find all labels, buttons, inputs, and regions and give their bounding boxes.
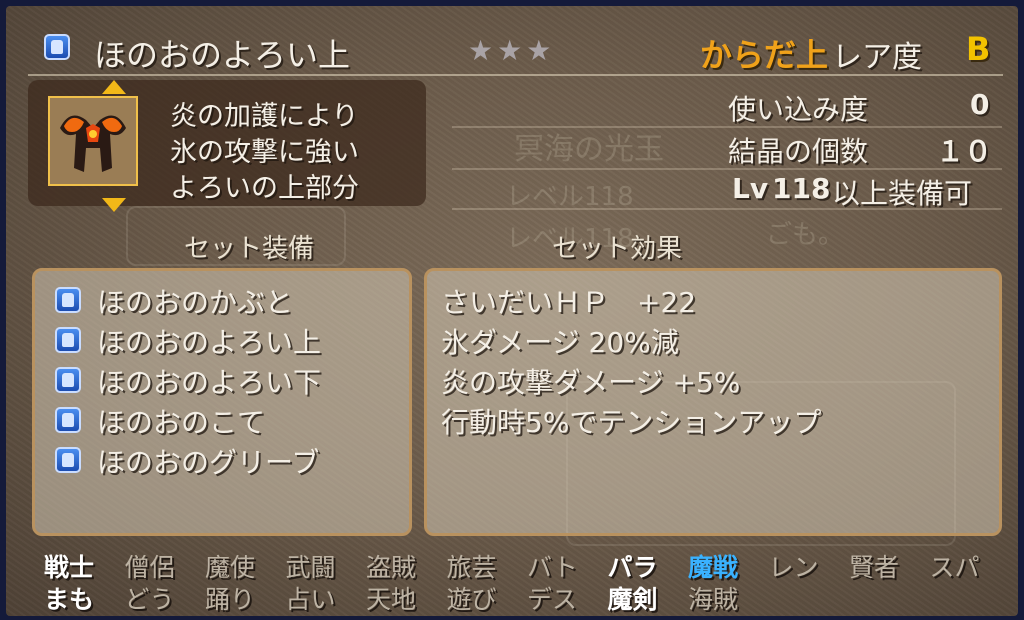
flame-armor-icon: [60, 115, 126, 172]
stats-divider: [452, 208, 1002, 210]
item-name: ほのおのよろい上: [94, 36, 351, 74]
boots-icon: [55, 447, 81, 473]
ghost-text: ごも。: [766, 220, 845, 250]
set-effect-line: 炎の攻撃ダメージ +5%: [441, 366, 741, 399]
armor-top-icon: [55, 327, 81, 353]
stats-divider: [452, 168, 1002, 170]
crystal-value: １０: [936, 135, 993, 168]
rarity-label: レア度: [832, 40, 922, 75]
item-image: [48, 96, 138, 186]
set-item-name[interactable]: ほのおのよろい上: [97, 321, 321, 361]
level-suffix: 以上装備可: [832, 177, 973, 210]
crystal-label: 結晶の個数: [728, 135, 869, 168]
scroll-down-icon[interactable]: [102, 198, 126, 212]
set-item-name[interactable]: ほのおのこて: [97, 401, 265, 441]
set-effect-line: 氷ダメージ 20%減: [441, 326, 679, 359]
job-tab[interactable]: 盗賊: [366, 548, 416, 584]
body-part-label: からだ上: [700, 36, 829, 74]
job-tab[interactable]: 旅芸: [447, 548, 497, 584]
job-tab[interactable]: デス: [527, 580, 577, 616]
job-tab[interactable]: 僧侶: [125, 548, 175, 584]
job-bar: 戦士 僧侶 魔使 武闘 盗賊 旅芸 バト パラ 魔戦 レン 賢者 スパ まも どう 踊り 占い 天地 遊び デス魔…: [28, 548, 1008, 614]
helmet-icon: [55, 287, 81, 313]
set-item-name[interactable]: ほのおのグリーブ: [97, 441, 319, 481]
job-tab[interactable]: 魔戦: [688, 548, 738, 584]
set-equipment-panel: ほのおのかぶと ほのおのよろい上 ほのおのよろい下 ほのおのこて ほのおのグリー…: [32, 268, 412, 536]
job-tab[interactable]: 魔使: [205, 548, 255, 584]
gauntlet-icon: [55, 407, 81, 433]
job-tab[interactable]: レン: [769, 548, 819, 584]
job-tab[interactable]: 魔剣: [608, 580, 658, 616]
set-effect-line: さいだいＨＰ +22: [441, 286, 697, 319]
level-prefix: Lv: [732, 172, 769, 205]
level-value: 118: [772, 172, 831, 205]
set-effect-line: 行動時5%でテンションアップ: [441, 406, 822, 439]
job-tab[interactable]: 海賊: [688, 580, 738, 616]
job-tab[interactable]: 遊び: [447, 580, 497, 616]
set-item-name[interactable]: ほのおのよろい下: [97, 361, 321, 401]
description-box: 炎の加護により 氷の攻撃に強い よろいの上部分: [28, 80, 426, 212]
armor-top-icon: [44, 34, 70, 60]
armor-bottom-icon: [55, 367, 81, 393]
job-tab[interactable]: 賢者: [849, 548, 899, 584]
usage-value: 0: [970, 88, 990, 121]
job-tab[interactable]: バト: [527, 548, 578, 584]
set-equipment-header: セット装備: [184, 234, 315, 264]
description-line: よろいの上部分: [170, 173, 359, 204]
job-tab[interactable]: 天地: [366, 580, 416, 616]
description-line: 炎の加護により: [170, 101, 359, 132]
job-tab[interactable]: まも: [44, 580, 94, 616]
job-tab[interactable]: 戦士: [44, 548, 94, 584]
job-tab[interactable]: 踊り: [205, 580, 255, 616]
set-effects-header: セット効果: [552, 234, 683, 264]
scroll-up-icon[interactable]: [102, 80, 126, 94]
set-effects-panel: さいだいＨＰ +22 氷ダメージ 20%減 炎の攻撃ダメージ +5% 行動時5%…: [424, 268, 1002, 536]
job-tab[interactable]: スパ: [930, 548, 980, 584]
set-item-name[interactable]: ほのおのかぶと: [97, 281, 293, 321]
rarity-value: B: [966, 30, 991, 68]
rarity-stars: ★★★: [468, 34, 556, 67]
stats-divider: [452, 126, 1002, 128]
ghost-text: 冥海の光玉: [514, 132, 664, 167]
item-detail-window: 冥海の光玉 レベル118 レベル118 ごも。 ほのおのよろい上 ★★★ からだ…: [6, 6, 1018, 616]
job-tab[interactable]: どう: [125, 580, 175, 616]
job-tab[interactable]: パラ: [608, 548, 658, 584]
job-tab[interactable]: 占い: [286, 580, 336, 616]
usage-label: 使い込み度: [728, 93, 869, 126]
description-line: 氷の攻撃に強い: [170, 137, 359, 168]
job-tab[interactable]: 武闘: [286, 548, 336, 584]
header-divider: [28, 74, 1003, 76]
